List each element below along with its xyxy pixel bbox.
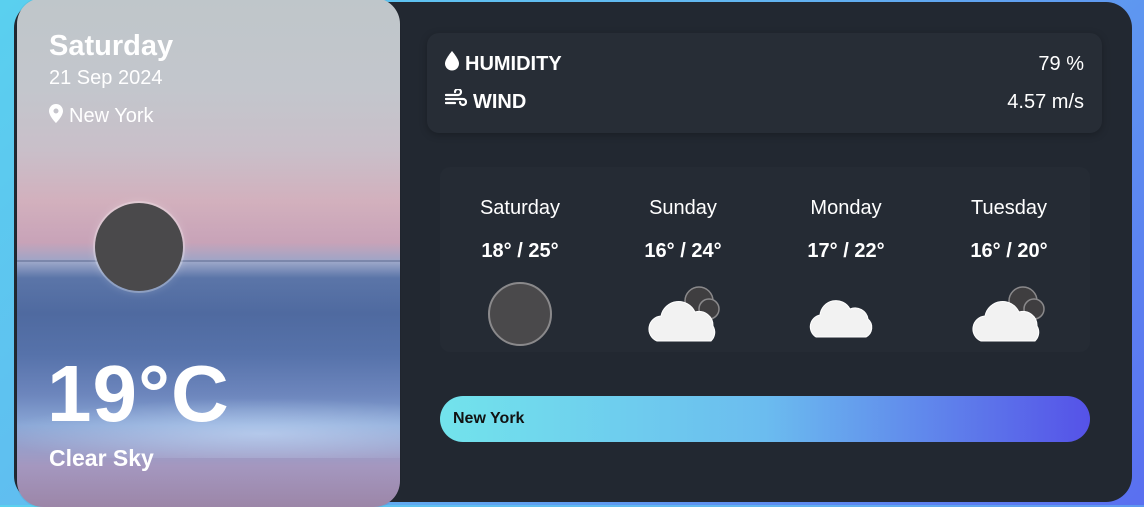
wind-value: 4.57 m/s	[1007, 90, 1084, 113]
current-temperature: 19°C	[47, 349, 230, 438]
location-label: New York	[69, 105, 154, 127]
current-location: New York	[49, 104, 154, 129]
forecast-temp: 17° / 22°	[807, 240, 885, 262]
forecast-day: Saturday 18° / 25°	[440, 167, 600, 352]
current-condition: Clear Sky	[49, 445, 154, 471]
current-date: 21 Sep 2024	[49, 67, 163, 89]
humidity-label: HUMIDITY	[465, 52, 562, 75]
city-search-input[interactable]	[440, 396, 1090, 442]
location-pin-icon	[49, 104, 63, 129]
forecast-temp: 16° / 24°	[644, 240, 722, 262]
forecast-day-name: Sunday	[649, 197, 717, 219]
humidity-row: HUMIDITY 79 %	[445, 50, 1084, 78]
forecast-day-name: Tuesday	[971, 197, 1047, 219]
stats-box: HUMIDITY 79 % WIND 4.57 m/s	[427, 33, 1102, 133]
current-weather-card: Saturday 21 Sep 2024 New York 19°C Clear…	[17, 0, 400, 507]
forecast-day: Monday 17° / 22°	[766, 167, 926, 352]
forecast-day: Sunday 16° / 24°	[603, 167, 763, 352]
moon-icon	[480, 279, 560, 349]
forecast-temp: 16° / 20°	[970, 240, 1048, 262]
wind-icon	[444, 87, 468, 115]
cloud-icon	[806, 279, 886, 349]
moon-icon	[95, 203, 183, 291]
horizon-line	[17, 260, 400, 262]
forecast-day-name: Monday	[810, 197, 882, 219]
forecast-temp: 18° / 25°	[481, 240, 559, 262]
forecast-day-name: Saturday	[479, 197, 561, 219]
wind-row: WIND 4.57 m/s	[444, 87, 1084, 116]
forecast-box: Saturday 18° / 25° Sunday 16° / 24° Mond…	[440, 167, 1090, 352]
current-day: Saturday	[49, 30, 174, 62]
city-search-bar	[440, 396, 1090, 442]
cloudy-night-icon	[969, 279, 1049, 349]
forecast-day: Tuesday 16° / 20°	[929, 167, 1089, 352]
cloudy-night-icon	[643, 279, 723, 349]
humidity-value: 79 %	[1038, 52, 1084, 75]
droplet-icon	[445, 51, 459, 77]
wind-label: WIND	[473, 90, 527, 113]
